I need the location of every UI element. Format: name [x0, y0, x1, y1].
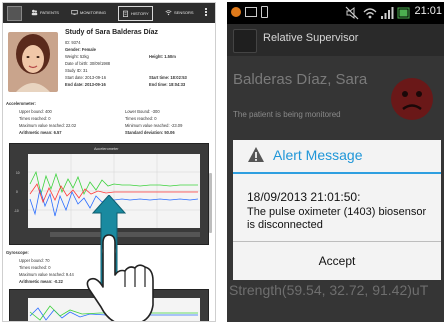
wifi-signal-icon — [363, 8, 377, 19]
battery-icon — [397, 7, 410, 19]
accel-min-value: Minimum value reached: -23.09 — [125, 123, 183, 128]
gyro-upper-bound: Upper bound: 70 — [19, 258, 50, 263]
image-notification-icon — [245, 7, 257, 17]
accel-times-reached-lower: Times reached: 0 — [125, 116, 157, 121]
accel-max-value: Maximum value reached: 22.02 — [19, 123, 77, 128]
tab-sensors[interactable]: SENSORS — [165, 6, 194, 19]
top-navigation-bar: PATIENTS MONITORING HISTORY SENSORS — [3, 3, 215, 23]
gyroscope-section-label: Gyroscope: — [6, 250, 29, 255]
wifi-icon — [165, 10, 172, 16]
tab-label: SENSORS — [174, 10, 194, 15]
overflow-menu-icon[interactable] — [205, 8, 208, 18]
patient-name: Balderas Díaz, Sara — [233, 71, 368, 88]
warning-icon — [248, 147, 264, 162]
accel-times-reached-upper: Times reached: 0 — [19, 116, 51, 121]
scroll-gesture-hand-icon — [86, 195, 154, 321]
tab-label: HISTORY — [131, 11, 149, 16]
status-time: 21:01 — [414, 5, 442, 17]
people-icon — [31, 9, 38, 16]
clipboard-icon — [123, 10, 128, 17]
patient-id: ID: 9374 — [65, 40, 81, 45]
svg-text:-10: -10 — [14, 209, 19, 213]
scrollbar[interactable] — [209, 173, 212, 233]
phone-screen: 21:01 Relative Supervisor Balderas Díaz,… — [227, 2, 444, 322]
accel-mean: Arithmetic mean: 6.57 — [19, 130, 62, 135]
status-bar: 21:01 — [227, 2, 444, 24]
notification-app-icon — [231, 7, 241, 17]
study-end-time: End time: 18:04:33 — [149, 82, 186, 87]
tab-patients[interactable]: PATIENTS — [31, 6, 59, 19]
gyro-times-reached: Times reached: 0 — [19, 265, 51, 270]
alert-dialog: Alert Message 18/09/2013 21:01:50: The p… — [233, 140, 441, 280]
cell-signal-icon — [381, 7, 394, 19]
patient-dob: Date of birth: 30/09/1988 — [65, 61, 111, 66]
app-action-bar: Relative Supervisor — [227, 24, 444, 56]
tab-history[interactable]: HISTORY — [118, 6, 153, 21]
tablet-screen: PATIENTS MONITORING HISTORY SENSORS Stud… — [2, 2, 216, 322]
tab-monitoring[interactable]: MONITORING — [71, 6, 106, 19]
alert-message: The pulse oximeter (1403) biosensor is d… — [247, 206, 427, 231]
app-icon — [233, 29, 257, 53]
study-end-date: End date: 2013-09-16 — [65, 82, 106, 87]
study-title: Study of Sara Balderas Díaz — [65, 29, 158, 36]
app-logo-icon — [7, 6, 22, 21]
accel-std: Standard deviation: 50.06 — [125, 130, 175, 135]
study-id: Study ID: 31 — [65, 68, 88, 73]
patient-gender: Gender: Female — [65, 47, 96, 52]
svg-text:10: 10 — [16, 171, 20, 175]
tab-label: MONITORING — [80, 10, 106, 15]
study-start-time: Start time: 18:02:53 — [149, 75, 187, 80]
tab-label: PATIENTS — [40, 10, 59, 15]
phone-notification-icon — [261, 6, 268, 18]
study-start-date: Start date: 2013-09-16 — [65, 75, 106, 80]
accelerometer-section-label: Accelerometer: — [6, 101, 36, 106]
svg-text:0: 0 — [16, 190, 18, 194]
patient-photo — [8, 32, 58, 92]
patient-height: Height: 1.50m — [149, 54, 176, 59]
accept-button[interactable]: Accept — [233, 242, 441, 280]
patient-weight: Weight: 52kg — [65, 54, 89, 59]
accel-upper-bound: Upper bound: 400 — [19, 109, 52, 114]
accel-lower-bound: Lower Bound: -300 — [125, 109, 160, 114]
gyro-mean: Arithmetic mean: -0.22 — [19, 279, 63, 284]
mute-icon — [345, 6, 359, 20]
magnetic-field-strength: Strength(59.54, 32.72, 91.42)uT — [229, 282, 429, 298]
monitor-icon — [71, 10, 78, 15]
app-title: Relative Supervisor — [263, 32, 359, 44]
alert-datetime: 18/09/2013 21:01:50: — [247, 190, 361, 204]
dialog-header: Alert Message — [233, 140, 441, 174]
sad-face-icon — [391, 78, 433, 120]
gyro-max-value: Maximum value reached: 9.44 — [19, 272, 74, 277]
patient-status: The patient is being monitored — [233, 110, 341, 119]
dialog-title: Alert Message — [273, 147, 363, 163]
